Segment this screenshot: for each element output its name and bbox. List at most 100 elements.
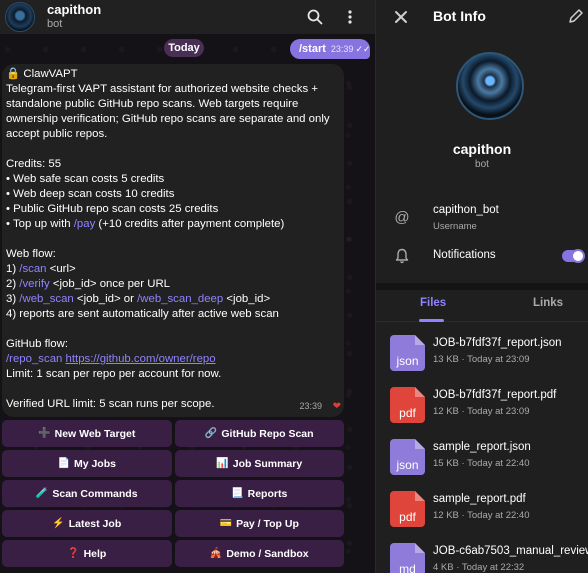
file-item[interactable]: json JOB-b7fdf37f_report.json 13 KB · Toda…	[376, 333, 588, 373]
web-step-3: 3) /web_scan <job_id> or /web_scan_deep …	[6, 292, 344, 307]
new-web-target-button[interactable]: ➕ New Web Target	[2, 420, 172, 447]
keyboard-row: 🧪 Scan Commands 📃 Reports	[2, 480, 344, 507]
step-text: <job_id>	[223, 293, 271, 305]
file-name: JOB-b7fdf37f_report.pdf	[433, 389, 557, 401]
file-meta: 12 KB · Today at 23:09	[433, 406, 530, 417]
button-icon: ⚡	[52, 518, 65, 529]
json-file-icon: json	[390, 335, 425, 371]
repo-scan-command-link[interactable]: /repo_scan	[6, 353, 62, 365]
inline-keyboard: ➕ New Web Target 🔗 GitHub Repo Scan 📄 My Jobs…	[2, 420, 344, 570]
notifications-toggle[interactable]	[562, 249, 585, 263]
outgoing-message[interactable]: /start 23:39 ✓✓	[290, 39, 371, 59]
github-repo-scan-button[interactable]: 🔗 GitHub Repo Scan	[174, 420, 344, 447]
pay-command-link[interactable]: /pay	[74, 218, 96, 230]
outgoing-time: 23:39	[330, 44, 354, 54]
button-label: Pay / Top Up	[236, 517, 299, 530]
button-label: Demo / Sandbox	[226, 547, 309, 560]
more-options-icon[interactable]	[340, 7, 360, 27]
file-meta: 15 KB · Today at 22:40	[433, 458, 530, 469]
github-flow-heading: GitHub flow:	[6, 338, 69, 350]
bell-icon	[393, 247, 411, 265]
username-row[interactable]: @ capithon_bot Username	[376, 200, 588, 236]
file-item[interactable]: json sample_report.json 15 KB · Today at 2…	[376, 437, 588, 477]
tab-files[interactable]: Files	[420, 297, 446, 309]
step-text: <url>	[46, 263, 76, 275]
step-number: 2)	[6, 278, 20, 290]
button-label: New Web Target	[54, 427, 136, 440]
topup-line: • Top up with /pay (+10 credits after pa…	[6, 217, 344, 232]
username-label: Username	[433, 221, 477, 232]
button-label: Help	[83, 547, 107, 560]
scan-commands-button[interactable]: 🧪 Scan Commands	[2, 480, 172, 507]
step-text: <job_id> once per URL	[49, 278, 171, 290]
pdf-file-icon: pdf	[390, 387, 425, 423]
keyboard-row: ➕ New Web Target 🔗 GitHub Repo Scan	[2, 420, 344, 447]
notifications-row[interactable]: Notifications	[376, 245, 588, 267]
cost-line: • Web deep scan costs 10 credits	[6, 188, 175, 200]
at-sign-icon: @	[394, 208, 410, 226]
file-item[interactable]: pdf sample_report.pdf 12 KB · Today at 22:…	[376, 489, 588, 529]
file-meta: 4 KB · Today at 22:32	[433, 562, 525, 573]
bot-info-panel: Bot Info capithon bot @ capithon_bot Use…	[376, 0, 588, 573]
tab-links[interactable]: Links	[533, 297, 563, 309]
message-intro-line: accept public repos.	[6, 128, 108, 140]
outgoing-text: /start	[299, 43, 326, 55]
topup-note: (+10 credits after payment complete)	[95, 218, 285, 230]
file-name: JOB-b7fdf37f_report.json	[433, 337, 562, 349]
file-name: JOB-c6ab7503_manual_review	[433, 545, 588, 557]
latest-job-button[interactable]: ⚡ Latest Job	[2, 510, 172, 537]
button-icon: ➕	[38, 428, 51, 439]
file-name: sample_report.pdf	[433, 493, 526, 505]
bot-name: capithon	[452, 141, 512, 157]
button-icon: 🔗	[204, 428, 218, 439]
step-number: 1)	[6, 263, 20, 275]
heart-reaction-icon[interactable]: ❤	[333, 399, 341, 414]
chat-header[interactable]: capithon bot	[0, 0, 375, 34]
message-intro-line: standalone public GitHub repo scans. Web…	[6, 98, 299, 110]
button-label: Latest Job	[68, 517, 122, 530]
bot-type: bot	[475, 159, 489, 170]
github-step: /repo_scan https://github.com/owner/repo	[6, 352, 344, 367]
username-value: capithon_bot	[433, 204, 499, 216]
button-label: Reports	[247, 487, 288, 500]
keyboard-row: 📄 My Jobs 📊 Job Summary	[2, 450, 344, 477]
cost-line: • Public GitHub repo scan costs 25 credi…	[6, 203, 219, 215]
notifications-label: Notifications	[433, 249, 496, 261]
section-separator	[376, 283, 588, 290]
credits-line: Credits: 55	[6, 158, 62, 170]
help-button[interactable]: ❓ Help	[2, 540, 172, 567]
github-url-link[interactable]: https://github.com/owner/repo	[66, 353, 216, 365]
verify-command-link[interactable]: /verify	[19, 278, 49, 290]
file-item[interactable]: pdf JOB-b7fdf37f_report.pdf 12 KB · Today …	[376, 385, 588, 425]
my-jobs-button[interactable]: 📄 My Jobs	[2, 450, 172, 477]
job-summary-button[interactable]: 📊 Job Summary	[174, 450, 344, 477]
reports-button[interactable]: 📃 Reports	[174, 480, 344, 507]
media-tabs: Files Links	[376, 290, 588, 322]
edit-pencil-icon[interactable]	[568, 8, 584, 24]
message-time: 23:39	[299, 401, 322, 411]
search-icon[interactable]	[305, 7, 325, 27]
button-label: Job Summary	[232, 457, 303, 470]
web-scan-deep-command-link[interactable]: /web_scan_deep	[137, 293, 223, 305]
web-flow-heading: Web flow:	[6, 248, 56, 260]
button-icon: 🧪	[35, 488, 49, 499]
verified-limit: Verified URL limit: 5 scan runs per scop…	[6, 398, 215, 410]
web-scan-command-link[interactable]: /web_scan	[19, 293, 73, 305]
file-item[interactable]: md JOB-c6ab7503_manual_review 4 KB · Today…	[376, 541, 588, 573]
bot-avatar-large[interactable]	[456, 52, 524, 120]
bot-avatar[interactable]	[5, 2, 35, 32]
close-icon[interactable]	[392, 8, 410, 26]
web-step-2: 2) /verify <job_id> once per URL	[6, 277, 344, 292]
bot-message[interactable]: 🔒 ClawVAPT Telegram-first VAPT assistant…	[2, 64, 344, 417]
pay-top-up-button[interactable]: 💳 Pay / Top Up	[174, 510, 344, 537]
demo-sandbox-button[interactable]: 🎪 Demo / Sandbox	[174, 540, 344, 567]
keyboard-row: ⚡ Latest Job 💳 Pay / Top Up	[2, 510, 344, 537]
button-label: My Jobs	[73, 457, 116, 470]
button-label: GitHub Repo Scan	[221, 427, 314, 440]
chat-header-text[interactable]: capithon bot	[47, 3, 101, 31]
chat-subtitle: bot	[47, 18, 63, 30]
message-intro-line: ownership verification; GitHub repo scan…	[6, 113, 330, 125]
file-meta: 13 KB · Today at 23:09	[433, 354, 530, 365]
button-icon: 📄	[57, 458, 70, 469]
scan-command-link[interactable]: /scan	[19, 263, 46, 275]
